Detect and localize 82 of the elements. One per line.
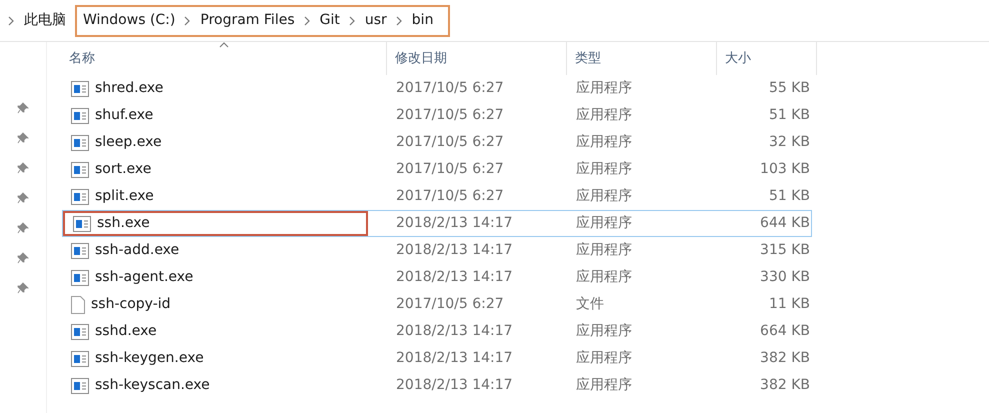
table-cell: 应用程序 (576, 188, 632, 204)
table-cell: 51 KB (768, 188, 810, 204)
table-cell: 664 KB (760, 323, 810, 339)
application-icon (73, 216, 91, 232)
chevron-icon (184, 16, 192, 26)
table-cell: 2017/10/5 6:27 (396, 296, 504, 312)
pin-icon[interactable] (17, 102, 29, 114)
breadcrumb-item[interactable]: bin (412, 10, 434, 31)
table-cell: 2017/10/5 6:27 (396, 107, 504, 123)
file-name[interactable]: sleep.exe (95, 132, 162, 153)
column-header[interactable]: 名称 (69, 48, 95, 68)
breadcrumb-item[interactable]: Program Files (200, 10, 295, 31)
file-name[interactable]: sshd.exe (95, 321, 157, 342)
file-name[interactable]: split.exe (95, 186, 154, 207)
table-cell: 2018/2/13 14:17 (396, 242, 513, 258)
table-cell: 应用程序 (576, 323, 632, 339)
pin-icon[interactable] (17, 132, 29, 144)
file-icon (71, 296, 85, 314)
table-cell: 2018/2/13 14:17 (396, 269, 513, 285)
pin-icon[interactable] (17, 252, 29, 264)
table-cell: 应用程序 (576, 215, 632, 231)
file-name[interactable]: ssh-keyscan.exe (95, 375, 210, 396)
chevron-icon (8, 16, 15, 26)
table-cell: 应用程序 (576, 161, 632, 177)
application-icon (71, 134, 89, 150)
table-cell: 应用程序 (576, 242, 632, 258)
chevron-icon (348, 16, 356, 26)
application-icon (71, 80, 89, 96)
application-icon (71, 242, 89, 258)
table-cell: 644 KB (760, 215, 810, 231)
file-name[interactable]: ssh-agent.exe (95, 267, 194, 288)
application-icon (71, 350, 89, 366)
table-cell: 应用程序 (576, 269, 632, 285)
pin-icon[interactable] (17, 282, 29, 294)
table-cell: 应用程序 (576, 350, 632, 366)
table-cell: 330 KB (760, 269, 810, 285)
column-header[interactable]: 类型 (575, 48, 601, 68)
table-cell: 2017/10/5 6:27 (396, 134, 504, 150)
table-cell: 315 KB (760, 242, 810, 258)
table-cell: 51 KB (768, 107, 810, 123)
table-cell: 2018/2/13 14:17 (396, 350, 513, 366)
table-cell: 应用程序 (576, 107, 632, 123)
file-name[interactable]: ssh-keygen.exe (95, 348, 204, 369)
table-cell: 2017/10/5 6:27 (396, 80, 504, 96)
file-name[interactable]: ssh.exe (97, 213, 150, 234)
application-icon (71, 188, 89, 204)
table-cell: 382 KB (760, 350, 810, 366)
application-icon (71, 270, 89, 286)
file-name[interactable]: shred.exe (95, 78, 164, 99)
table-cell: 2018/2/13 14:17 (396, 215, 513, 231)
table-cell: 应用程序 (576, 134, 632, 150)
table-cell: 55 KB (768, 80, 810, 96)
pin-icon[interactable] (17, 162, 29, 174)
table-cell: 文件 (576, 296, 604, 312)
table-cell: 2017/10/5 6:27 (396, 161, 504, 177)
table-cell: 2017/10/5 6:27 (396, 188, 504, 204)
file-name[interactable]: shuf.exe (95, 105, 154, 126)
chevron-icon (396, 16, 403, 26)
file-name[interactable]: sort.exe (95, 159, 152, 180)
table-cell: 应用程序 (576, 377, 632, 393)
table-cell: 2018/2/13 14:17 (396, 377, 513, 393)
breadcrumb-item[interactable]: Windows (C:) (83, 10, 176, 31)
table-cell: 11 KB (768, 296, 810, 312)
application-icon (71, 162, 89, 178)
application-icon (71, 378, 89, 394)
table-cell: 应用程序 (576, 80, 632, 96)
file-name[interactable]: ssh-add.exe (95, 240, 180, 261)
application-icon (71, 108, 89, 124)
file-name[interactable]: ssh-copy-id (91, 294, 171, 315)
table-cell: 2018/2/13 14:17 (396, 323, 513, 339)
table-cell: 382 KB (760, 377, 810, 393)
application-icon (71, 324, 89, 340)
table-cell: 103 KB (760, 161, 810, 177)
breadcrumb-item[interactable]: Git (320, 10, 340, 31)
breadcrumb-item[interactable]: 此电脑 (24, 10, 66, 31)
table-cell: 32 KB (768, 134, 810, 150)
column-header[interactable]: 大小 (725, 48, 751, 68)
breadcrumb-item[interactable]: usr (364, 10, 387, 31)
column-header[interactable]: 修改日期 (395, 48, 447, 68)
chevron-icon (304, 16, 311, 26)
pin-icon[interactable] (17, 192, 29, 204)
pin-icon[interactable] (17, 222, 29, 234)
